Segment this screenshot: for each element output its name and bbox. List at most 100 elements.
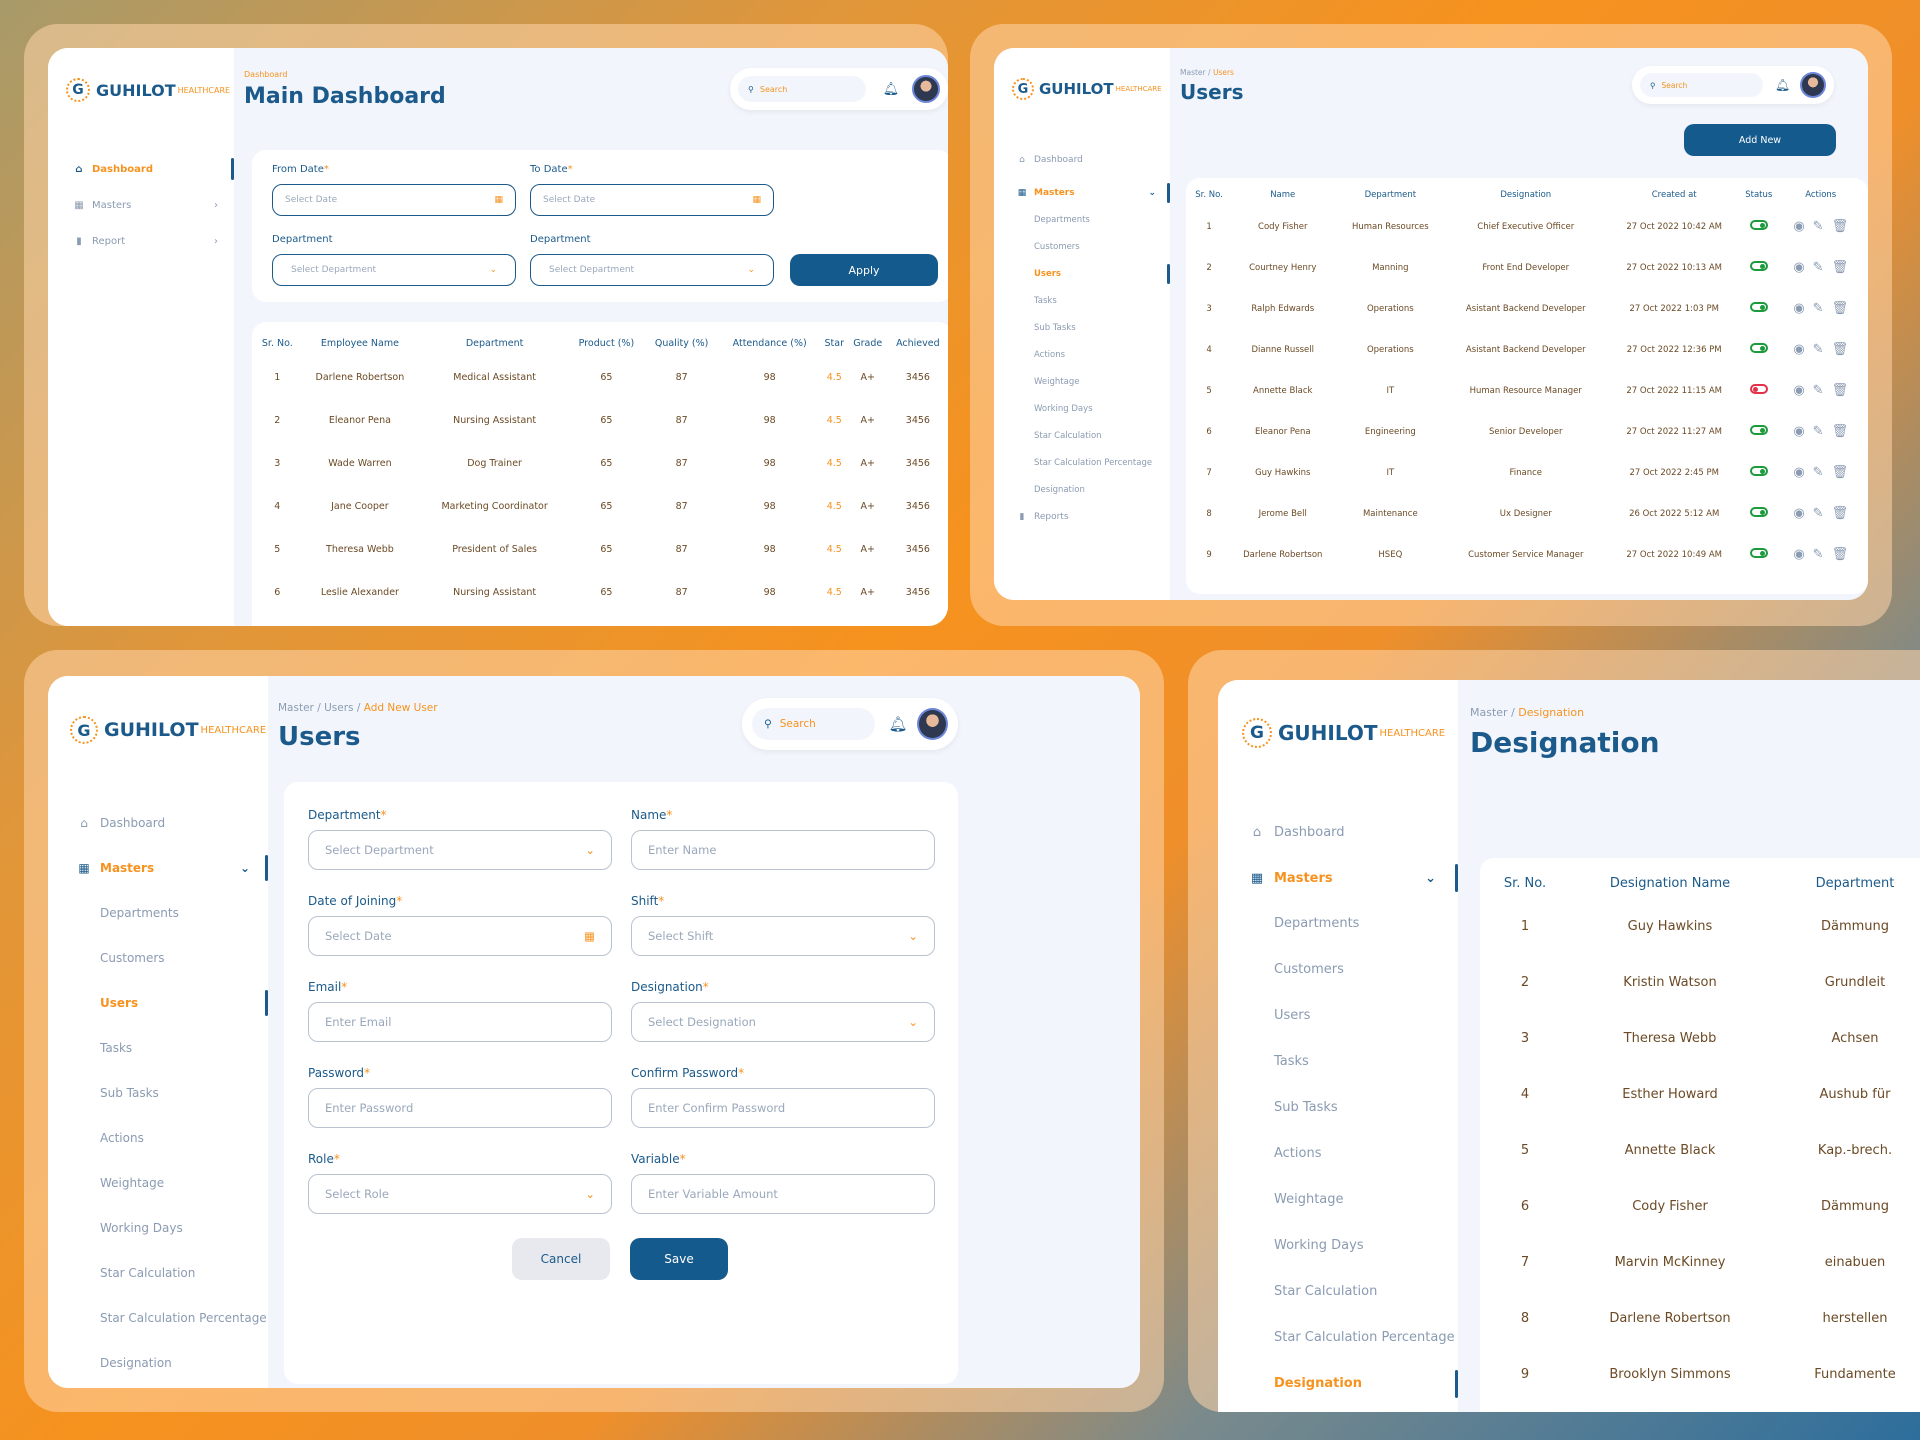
view-icon[interactable]: ◉ <box>1793 506 1804 521</box>
submenu-item-star-calculation[interactable]: Star Calculation <box>994 426 1170 446</box>
submenu-item-users[interactable]: Users <box>994 264 1170 284</box>
password-input[interactable]: Enter Password <box>308 1088 612 1128</box>
doj-input[interactable]: Select Date ▦ <box>308 916 612 956</box>
sidebar-item-dashboard[interactable]: ⌂ Dashboard <box>1218 818 1458 846</box>
status-toggle[interactable] <box>1749 220 1768 230</box>
breadcrumb-current[interactable]: Dashboard <box>244 70 287 79</box>
edit-icon[interactable]: ✎ <box>1813 301 1824 316</box>
submenu-item-star-calculation-percentage[interactable]: Star Calculation Percentage <box>994 453 1170 473</box>
bell-icon[interactable]: 🔔︎ <box>881 715 915 733</box>
sidebar-item-masters[interactable]: ▦ Masters ⌄ <box>48 855 268 881</box>
submenu-item-customers[interactable]: Customers <box>48 945 268 971</box>
delete-icon[interactable]: 🗑︎ <box>1832 342 1849 357</box>
status-toggle[interactable] <box>1749 548 1768 558</box>
view-icon[interactable]: ◉ <box>1793 383 1804 398</box>
to-date-input[interactable]: Select Date ▦ <box>530 184 774 216</box>
submenu-item-weightage[interactable]: Weightage <box>1218 1186 1458 1214</box>
shift-select[interactable]: Select Shift ⌄ <box>631 916 935 956</box>
submenu-item-users[interactable]: Users <box>48 990 268 1016</box>
submenu-item-designation[interactable]: Designation <box>994 480 1170 500</box>
submenu-item-users[interactable]: Users <box>1218 1002 1458 1030</box>
view-icon[interactable]: ◉ <box>1793 424 1804 439</box>
sidebar-item-masters[interactable]: ▦ Masters › <box>48 194 234 216</box>
delete-icon[interactable]: 🗑︎ <box>1832 383 1849 398</box>
view-icon[interactable]: ◉ <box>1793 301 1804 316</box>
submenu-item-star-calculation[interactable]: Star Calculation <box>48 1260 268 1286</box>
submenu-item-sub-tasks[interactable]: Sub Tasks <box>48 1080 268 1106</box>
breadcrumb-root[interactable]: Master <box>278 702 314 714</box>
submenu-item-star-calculation-percentage[interactable]: Star Calculation Percentage <box>48 1305 268 1331</box>
delete-icon[interactable]: 🗑︎ <box>1832 260 1849 275</box>
submenu-item-tasks[interactable]: Tasks <box>994 291 1170 311</box>
submenu-item-designation[interactable]: Designation <box>1218 1370 1458 1398</box>
status-toggle[interactable] <box>1749 466 1768 476</box>
submenu-item-designation[interactable]: Designation <box>48 1350 268 1376</box>
edit-icon[interactable]: ✎ <box>1813 219 1824 234</box>
submenu-item-tasks[interactable]: Tasks <box>1218 1048 1458 1076</box>
name-input[interactable]: Enter Name <box>631 830 935 870</box>
delete-icon[interactable]: 🗑︎ <box>1832 547 1849 562</box>
sidebar-item-masters[interactable]: ▦ Masters ⌄ <box>1218 864 1458 892</box>
search-box[interactable]: ⚲ Search <box>752 708 875 740</box>
view-icon[interactable]: ◉ <box>1793 465 1804 480</box>
edit-icon[interactable]: ✎ <box>1813 547 1824 562</box>
confirm-password-input[interactable]: Enter Confirm Password <box>631 1088 935 1128</box>
delete-icon[interactable]: 🗑︎ <box>1832 219 1849 234</box>
email-input[interactable]: Enter Email <box>308 1002 612 1042</box>
submenu-item-departments[interactable]: Departments <box>994 210 1170 230</box>
submenu-item-actions[interactable]: Actions <box>48 1125 268 1151</box>
status-toggle[interactable] <box>1749 384 1768 394</box>
submenu-item-working-days[interactable]: Working Days <box>1218 1232 1458 1260</box>
variable-input[interactable]: Enter Variable Amount <box>631 1174 935 1214</box>
delete-icon[interactable]: 🗑︎ <box>1832 424 1849 439</box>
delete-icon[interactable]: 🗑︎ <box>1832 465 1849 480</box>
search-box[interactable]: ⚲ Search <box>1640 73 1763 97</box>
submenu-item-actions[interactable]: Actions <box>994 345 1170 365</box>
sidebar-item-dashboard[interactable]: ⌂ Dashboard <box>48 158 234 180</box>
submenu-item-weightage[interactable]: Weightage <box>994 372 1170 392</box>
status-toggle[interactable] <box>1749 425 1768 435</box>
apply-button[interactable]: Apply <box>790 254 938 286</box>
avatar[interactable] <box>912 75 940 103</box>
submenu-item-tasks[interactable]: Tasks <box>48 1035 268 1061</box>
bell-icon[interactable]: 🔔︎ <box>1769 78 1797 92</box>
submenu-item-customers[interactable]: Customers <box>1218 956 1458 984</box>
sidebar-item-reports[interactable]: ▮ Reports <box>994 507 1170 527</box>
status-toggle[interactable] <box>1749 302 1768 312</box>
edit-icon[interactable]: ✎ <box>1813 383 1824 398</box>
submenu-item-actions[interactable]: Actions <box>1218 1140 1458 1168</box>
edit-icon[interactable]: ✎ <box>1813 465 1824 480</box>
department-select-2[interactable]: Select Department ⌄ <box>530 254 774 286</box>
submenu-item-customers[interactable]: Customers <box>994 237 1170 257</box>
submenu-item-working-days[interactable]: Working Days <box>994 399 1170 419</box>
save-button[interactable]: Save <box>630 1238 728 1280</box>
department-select[interactable]: Select Department ⌄ <box>308 830 612 870</box>
view-icon[interactable]: ◉ <box>1793 547 1804 562</box>
submenu-item-departments[interactable]: Departments <box>48 900 268 926</box>
submenu-item-sub-tasks[interactable]: Sub Tasks <box>994 318 1170 338</box>
edit-icon[interactable]: ✎ <box>1813 342 1824 357</box>
submenu-item-star-calculation[interactable]: Star Calculation <box>1218 1278 1458 1306</box>
sidebar-item-dashboard[interactable]: ⌂ Dashboard <box>48 810 268 836</box>
breadcrumb-mid[interactable]: Users <box>324 702 353 714</box>
department-select[interactable]: Select Department ⌄ <box>272 254 516 286</box>
avatar[interactable] <box>917 708 948 740</box>
delete-icon[interactable]: 🗑︎ <box>1832 301 1849 316</box>
role-select[interactable]: Select Role ⌄ <box>308 1174 612 1214</box>
submenu-item-departments[interactable]: Departments <box>1218 910 1458 938</box>
edit-icon[interactable]: ✎ <box>1813 260 1824 275</box>
view-icon[interactable]: ◉ <box>1793 342 1804 357</box>
search-box[interactable]: ⚲ Search <box>738 76 866 102</box>
delete-icon[interactable]: 🗑︎ <box>1832 506 1849 521</box>
status-toggle[interactable] <box>1749 343 1768 353</box>
sidebar-item-masters[interactable]: ▦ Masters ⌄ <box>994 183 1170 203</box>
submenu-item-weightage[interactable]: Weightage <box>48 1170 268 1196</box>
submenu-item-working-days[interactable]: Working Days <box>48 1215 268 1241</box>
view-icon[interactable]: ◉ <box>1793 260 1804 275</box>
sidebar-item-dashboard[interactable]: ⌂ Dashboard <box>994 150 1170 170</box>
cancel-button[interactable]: Cancel <box>512 1238 610 1280</box>
add-new-button[interactable]: Add New <box>1684 124 1836 156</box>
designation-select[interactable]: Select Designation ⌄ <box>631 1002 935 1042</box>
sidebar-item-report[interactable]: ▮ Report › <box>48 230 234 252</box>
status-toggle[interactable] <box>1749 261 1768 271</box>
